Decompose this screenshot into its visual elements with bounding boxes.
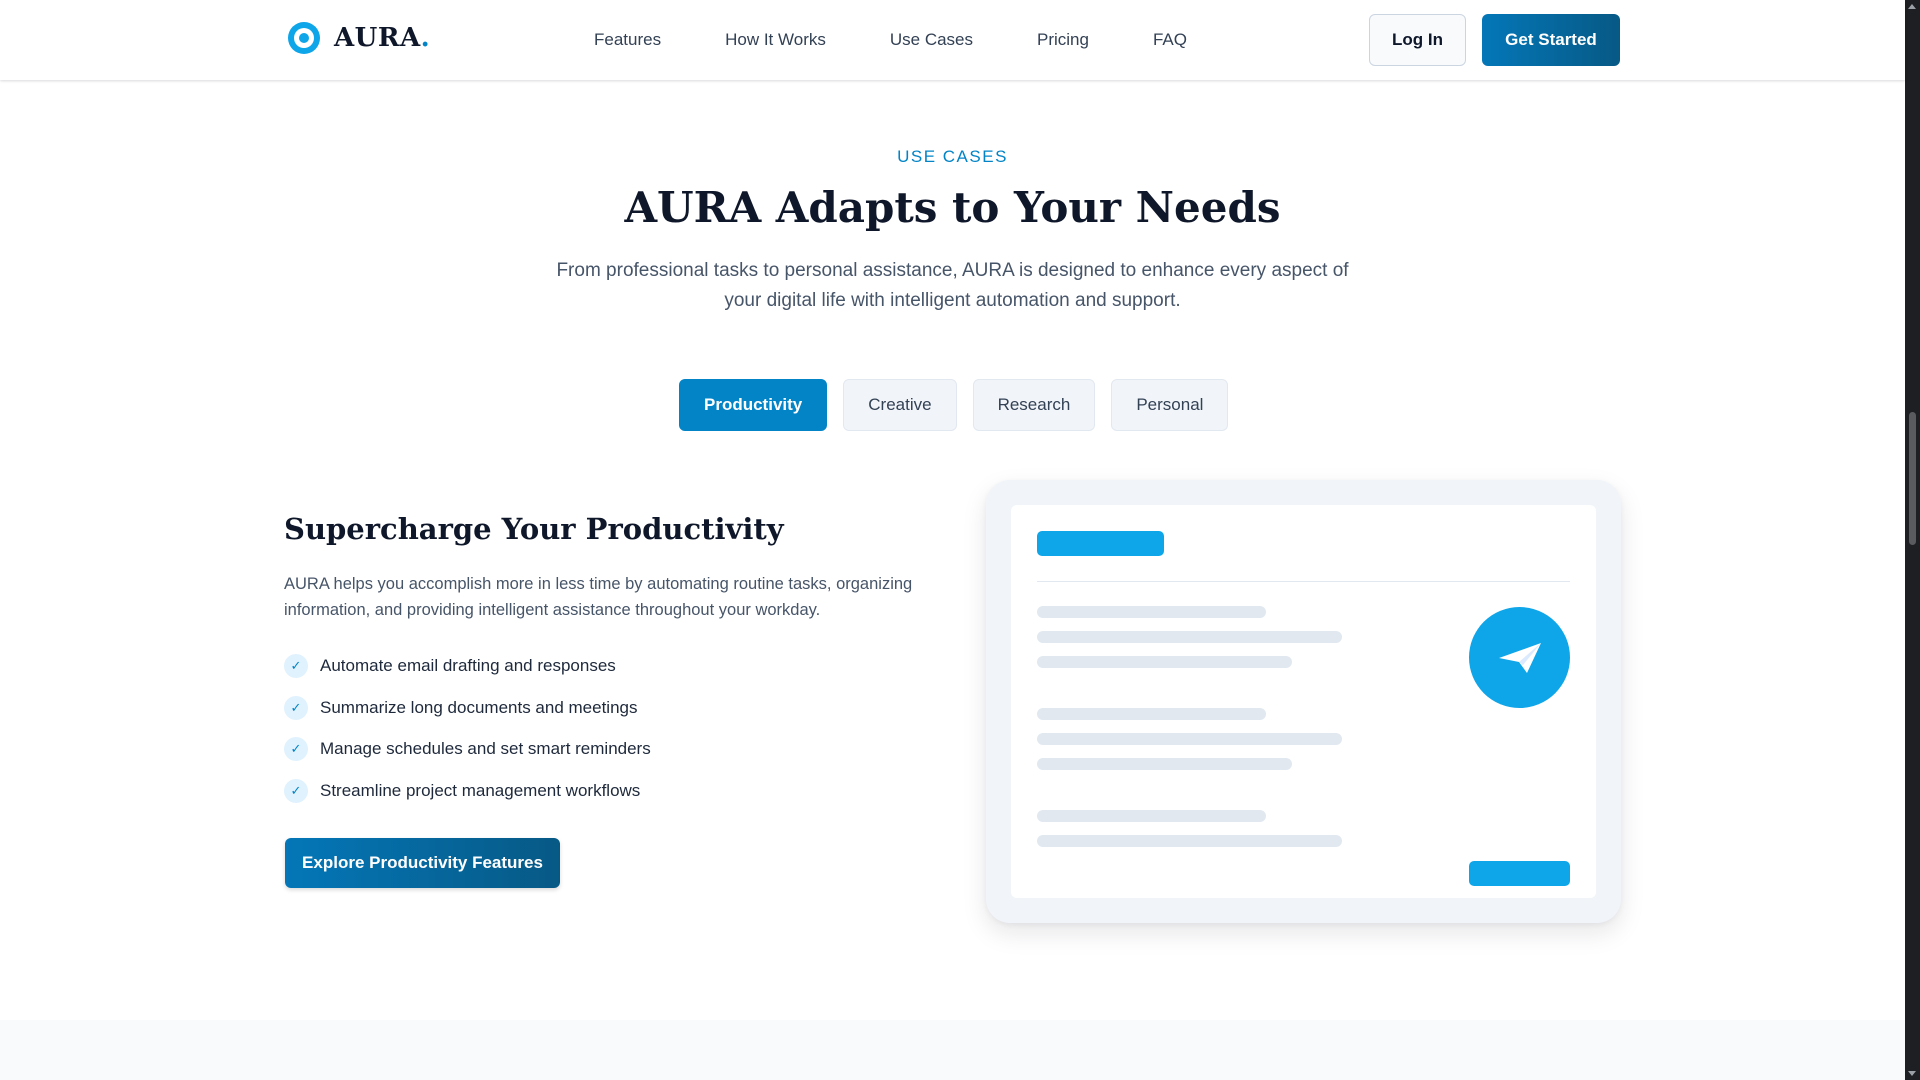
mock-text-line — [1037, 708, 1266, 720]
mock-divider — [1037, 581, 1570, 582]
mock-text-line — [1037, 656, 1292, 668]
panel-description: AURA helps you accomplish more in less t… — [284, 575, 913, 619]
scroll-down-icon[interactable] — [1908, 1071, 1916, 1076]
section-description: From professional tasks to personal assi… — [556, 260, 1349, 311]
tab-research[interactable]: Research — [972, 379, 1096, 431]
check-icon: ✓ — [284, 778, 308, 803]
nav-how-it-works[interactable]: How It Works — [725, 30, 826, 50]
mock-action-bar — [1469, 861, 1570, 886]
next-section-background — [0, 1020, 1905, 1080]
paper-plane-icon — [1498, 642, 1541, 673]
nav-pricing[interactable]: Pricing — [1037, 30, 1089, 50]
use-case-tabs: Productivity Creative Research Personal — [679, 379, 1229, 431]
tab-personal[interactable]: Personal — [1111, 379, 1229, 431]
main-nav: Features How It Works Use Cases Pricing … — [594, 0, 1251, 80]
mock-text-line — [1037, 835, 1342, 847]
logo-icon — [288, 22, 320, 54]
list-item: ✓ Manage schedules and set smart reminde… — [284, 737, 651, 761]
scrollbar-thumb[interactable] — [1909, 412, 1916, 545]
mock-text-line — [1037, 758, 1292, 770]
nav-features[interactable]: Features — [594, 30, 661, 50]
feature-text: Summarize long documents and meetings — [320, 697, 638, 717]
check-icon: ✓ — [284, 737, 308, 761]
mock-text-line — [1037, 733, 1342, 745]
login-button[interactable]: Log In — [1369, 14, 1466, 66]
feature-text: Manage schedules and set smart reminders — [320, 739, 651, 758]
nav-use-cases[interactable]: Use Cases — [890, 30, 973, 50]
tab-productivity[interactable]: Productivity — [679, 379, 828, 431]
feature-list: ✓ Automate email drafting and responses … — [284, 654, 651, 820]
section-eyebrow: USE CASES — [897, 147, 1008, 166]
brand-name: AURA. — [334, 23, 430, 53]
explore-productivity-button[interactable]: Explore Productivity Features — [285, 838, 560, 888]
nav-faq[interactable]: FAQ — [1153, 30, 1187, 50]
brand-logo[interactable]: AURA. — [288, 22, 430, 54]
list-item: ✓ Summarize long documents and meetings — [284, 695, 651, 720]
mock-text-line — [1037, 810, 1266, 822]
check-icon: ✓ — [284, 695, 308, 720]
panel-title: Supercharge Your Productivity — [284, 512, 784, 546]
site-header: AURA. Features How It Works Use Cases Pr… — [0, 0, 1905, 80]
mock-header-bar — [1037, 531, 1164, 556]
check-icon: ✓ — [284, 654, 308, 678]
mock-text-line — [1037, 631, 1342, 643]
list-item: ✓ Automate email drafting and responses — [284, 654, 651, 678]
productivity-illustration — [986, 480, 1621, 923]
scroll-up-icon[interactable] — [1908, 4, 1916, 9]
feature-text: Streamline project management workflows — [320, 780, 641, 800]
section-title: AURA Adapts to Your Needs — [624, 183, 1281, 232]
tab-creative[interactable]: Creative — [843, 379, 957, 431]
page-scrollbar[interactable] — [1905, 0, 1920, 1080]
list-item: ✓ Streamline project management workflow… — [284, 778, 651, 803]
get-started-button[interactable]: Get Started — [1482, 14, 1620, 66]
brand-name-text: AURA — [334, 23, 421, 53]
paper-plane-badge — [1469, 607, 1570, 708]
feature-text: Automate email drafting and responses — [320, 656, 616, 675]
brand-dot: . — [420, 23, 431, 53]
mock-document — [1011, 505, 1596, 898]
mock-text-line — [1037, 606, 1266, 618]
